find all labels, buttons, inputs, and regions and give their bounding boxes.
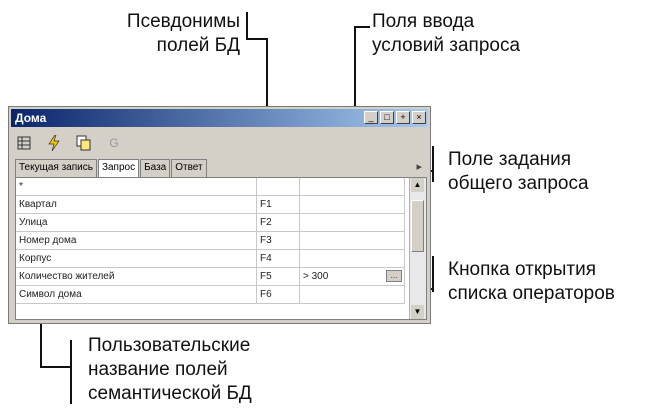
aliases-bracket-top: [246, 12, 248, 38]
field-alias-cell: F2: [256, 213, 300, 232]
callout-semantic-names-line2: название полей: [88, 359, 228, 380]
callout-general-query-line1: Поле задания: [448, 149, 572, 170]
callout-semantic-names-line3: семантической БД: [88, 383, 252, 404]
tab-current-record[interactable]: Текущая запись: [15, 159, 97, 177]
dialog-window: Дома _ □ + × G Текущая запись Запрос Баз…: [8, 106, 431, 324]
general-query-input[interactable]: [299, 178, 405, 196]
table-row[interactable]: Улица F2: [16, 213, 405, 232]
callout-general-query: Поле задания общего запроса: [448, 148, 589, 196]
callout-semantic-names: Пользовательские название полей семантич…: [88, 334, 252, 406]
field-alias-cell: F1: [256, 195, 300, 214]
table-row[interactable]: *: [16, 178, 405, 196]
window-title: Дома: [15, 111, 47, 125]
callout-aliases: Псевдонимы полей БД: [88, 10, 240, 58]
g-icon[interactable]: G: [103, 133, 125, 153]
opbtn-bracket-vert: [432, 256, 434, 292]
field-alias-cell: [256, 178, 300, 196]
aliases-bracket-h: [246, 38, 268, 40]
table-row[interactable]: Символ дома F6: [16, 285, 405, 304]
window-titlebar[interactable]: Дома _ □ + ×: [11, 109, 428, 127]
names-bracket-h: [40, 366, 70, 368]
copy-icon[interactable]: [73, 133, 95, 153]
minimize-button[interactable]: _: [364, 111, 378, 124]
names-bracket-vert: [40, 322, 42, 368]
table-row[interactable]: Корпус F4: [16, 249, 405, 268]
field-name-cell: Символ дома: [16, 285, 257, 304]
scroll-up-icon[interactable]: ▲: [411, 178, 424, 192]
field-name-cell: Номер дома: [16, 231, 257, 250]
tab-strip: Текущая запись Запрос База Ответ: [15, 159, 208, 177]
fields-table: * Квартал F1 Улица F2 Номер дома F3 Корп…: [16, 178, 405, 304]
field-name-cell: Корпус: [16, 249, 257, 268]
callout-aliases-line2: полей БД: [156, 35, 240, 56]
callout-operator-button: Кнопка открытия списка операторов: [448, 258, 615, 306]
help-button[interactable]: +: [396, 111, 410, 124]
close-button[interactable]: ×: [412, 111, 426, 124]
maximize-button[interactable]: □: [380, 111, 394, 124]
tab-answer[interactable]: Ответ: [171, 159, 207, 177]
callout-query-inputs-line1: Поля ввода: [372, 11, 475, 32]
scroll-down-icon[interactable]: ▼: [411, 305, 424, 319]
field-alias-cell: F3: [256, 231, 300, 250]
callout-operator-button-line2: списка операторов: [448, 283, 615, 304]
names-bracket-vert2: [70, 340, 72, 404]
query-condition-input[interactable]: [299, 285, 405, 304]
field-name-cell: Улица: [16, 213, 257, 232]
inputs-bracket-left: [354, 26, 370, 28]
field-name-cell: Количество жителей: [16, 267, 257, 286]
field-alias-cell: F5: [256, 267, 300, 286]
callout-query-inputs-line2: условий запроса: [372, 35, 521, 56]
query-grid: * Квартал F1 Улица F2 Номер дома F3 Корп…: [15, 177, 427, 320]
lightning-icon[interactable]: [43, 133, 65, 153]
query-condition-input[interactable]: [299, 213, 405, 232]
field-alias-cell: F6: [256, 285, 300, 304]
field-name-cell: Квартал: [16, 195, 257, 214]
callout-query-inputs: Поля ввода условий запроса: [372, 10, 520, 58]
vertical-scrollbar[interactable]: ▲ ▼: [409, 178, 426, 319]
query-condition-input[interactable]: [299, 249, 405, 268]
grid-icon[interactable]: [13, 133, 35, 153]
condition-value: > 300: [303, 271, 329, 282]
query-condition-input[interactable]: > 300 ...: [299, 267, 405, 286]
general-bracket-vert: [432, 146, 434, 182]
callout-aliases-line1: Псевдонимы: [126, 11, 240, 32]
tab-base[interactable]: База: [140, 159, 171, 177]
field-alias-cell: F4: [256, 249, 300, 268]
callout-operator-button-line1: Кнопка открытия: [448, 259, 596, 280]
table-row[interactable]: Квартал F1: [16, 195, 405, 214]
tab-query[interactable]: Запрос: [97, 159, 140, 177]
table-row[interactable]: Номер дома F3: [16, 231, 405, 250]
query-condition-input[interactable]: [299, 231, 405, 250]
table-row[interactable]: Количество жителей F5 > 300 ...: [16, 267, 405, 286]
scroll-thumb[interactable]: [411, 200, 424, 252]
callout-general-query-line2: общего запроса: [448, 173, 589, 194]
query-condition-input[interactable]: [299, 195, 405, 214]
callout-semantic-names-line1: Пользовательские: [88, 335, 251, 356]
toolbar: G: [13, 131, 125, 155]
operator-list-button[interactable]: ...: [386, 270, 402, 282]
field-name-cell: *: [16, 178, 257, 196]
tab-scroll-right-icon[interactable]: ▸: [416, 159, 422, 175]
